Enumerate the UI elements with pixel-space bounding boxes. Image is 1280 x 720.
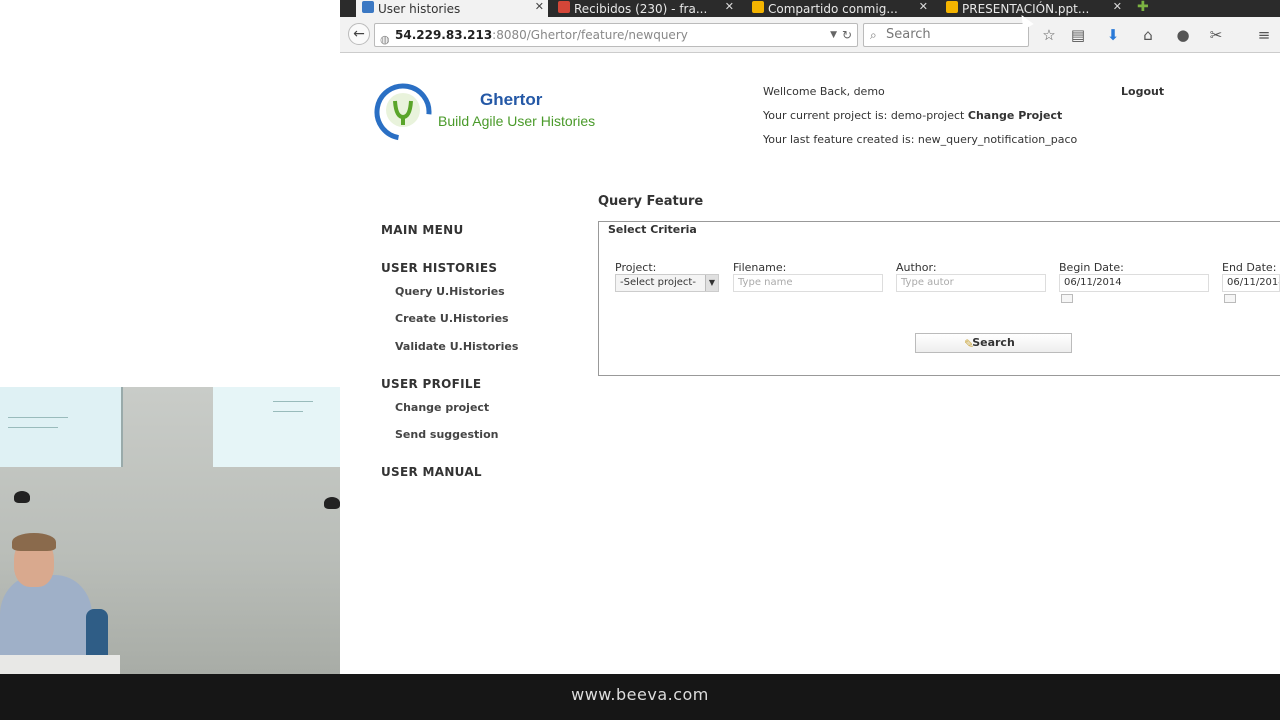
chevron-down-icon[interactable]: ▼ [830,24,837,46]
left-panel [0,0,340,674]
tab-gmail[interactable]: Recibidos (230) - fra... ✕ [552,0,738,17]
change-project-link[interactable]: Change Project [968,109,1062,122]
last-feature-text: Your last feature created is: new_query_… [763,133,1078,146]
nav-bar: ← ◍ 54.229.83.213:8080/Ghertor/feature/n… [340,17,1280,53]
reload-icon[interactable]: ↻ [842,24,852,46]
criteria-legend: Select Criteria [606,223,699,236]
user-histories-heading[interactable]: USER HISTORIES [381,261,497,275]
close-icon[interactable]: ✕ [1113,0,1122,13]
browser-window: User histories ✕ Recibidos (230) - fra..… [340,0,1280,674]
tab-presentation[interactable]: PRESENTACIÓN.ppt... ✕ [940,0,1126,17]
project-label: Project: [615,261,657,274]
calendar-icon[interactable] [1224,294,1236,303]
url-host: 54.229.83.213 [395,28,493,42]
slides-icon [946,1,958,13]
author-label: Author: [896,261,937,274]
extension-icon[interactable]: ✂ [1206,26,1226,44]
footer-banner: www.beeva.com [0,674,1280,720]
end-date-label: End Date: [1222,261,1277,274]
logo-name: Ghertor [480,90,543,109]
back-button[interactable]: ← [348,23,370,45]
logo-tagline: Build Agile User Histories [438,113,596,129]
globe-icon: ◍ [380,33,390,46]
end-date-input[interactable]: 06/11/2014 [1222,274,1280,292]
footer-text: www.beeva.com [571,685,709,704]
author-input[interactable]: Type autor [896,274,1046,292]
change-project-menu-link[interactable]: Change project [395,401,489,414]
download-icon[interactable]: ⬇ [1103,26,1123,44]
url-bar[interactable]: ◍ 54.229.83.213:8080/Ghertor/feature/new… [374,23,858,47]
new-tab-icon[interactable]: ✚ [1137,0,1149,15]
tab-label: User histories [378,1,461,16]
calendar-icon[interactable] [1061,294,1073,303]
search-button[interactable]: ✎ Search [915,333,1072,353]
main-menu-link[interactable]: MAIN MENU [381,223,464,237]
pencil-icon: ✎ [964,337,975,351]
filename-input[interactable]: Type name [733,274,883,292]
close-icon[interactable]: ✕ [725,0,734,13]
video-screen-right [213,387,340,467]
project-select[interactable]: -Select project- ▼ [615,274,719,292]
validate-histories-link[interactable]: Validate U.Histories [395,340,518,353]
desk [0,655,120,674]
logout-link[interactable]: Logout [1121,85,1164,98]
web-page: Ghertor Build Agile User Histories Wellc… [340,53,1280,674]
close-icon[interactable]: ✕ [919,0,928,13]
tab-label: Recibidos (230) - fra... [574,1,708,16]
project-select-value: -Select project- [620,277,696,288]
url-path: :8080/Ghertor/feature/newquery [492,28,688,42]
speaker-video [0,387,340,674]
person-hair [12,533,56,551]
camera-icon [14,491,30,503]
search-placeholder: Search [886,27,931,42]
camera-icon [324,497,340,509]
current-project: Your current project is: demo-project Ch… [763,109,1062,122]
user-manual-link[interactable]: USER MANUAL [381,465,482,479]
tab-label: Compartido conmig... [768,1,898,16]
mail-icon [558,1,570,13]
query-histories-link[interactable]: Query U.Histories [395,285,505,298]
create-histories-link[interactable]: Create U.Histories [395,312,509,325]
tab-strip: User histories ✕ Recibidos (230) - fra..… [340,0,1280,17]
search-input[interactable]: ⌕ Search [863,23,1029,47]
send-suggestion-link[interactable]: Send suggestion [395,428,498,441]
begin-date-input[interactable]: 06/11/2014 [1059,274,1209,292]
chat-icon[interactable]: ● [1173,26,1193,44]
ghertor-logo-icon [374,83,432,141]
search-icon: ⌕ [870,28,877,42]
globe-icon [362,1,374,13]
tab-user-histories[interactable]: User histories ✕ [356,0,548,17]
filename-label: Filename: [733,261,787,274]
tab-drive[interactable]: Compartido conmig... ✕ [746,0,932,17]
project-prefix: Your current project is: demo-project [763,109,965,122]
close-icon[interactable]: ✕ [535,0,544,13]
reading-list-icon[interactable]: ▤ [1068,26,1088,44]
bookmark-star-icon[interactable]: ☆ [1039,26,1059,44]
page-title: Query Feature [598,194,704,209]
video-screen-left [0,387,123,467]
user-profile-heading[interactable]: USER PROFILE [381,377,481,391]
home-icon[interactable]: ⌂ [1138,26,1158,44]
begin-date-label: Begin Date: [1059,261,1124,274]
search-button-label: Search [972,336,1015,349]
welcome-text: Wellcome Back, demo [763,85,885,98]
menu-icon[interactable]: ≡ [1254,26,1274,44]
screen: User histories ✕ Recibidos (230) - fra..… [0,0,1280,720]
chevron-down-icon: ▼ [705,275,718,291]
drive-icon [752,1,764,13]
